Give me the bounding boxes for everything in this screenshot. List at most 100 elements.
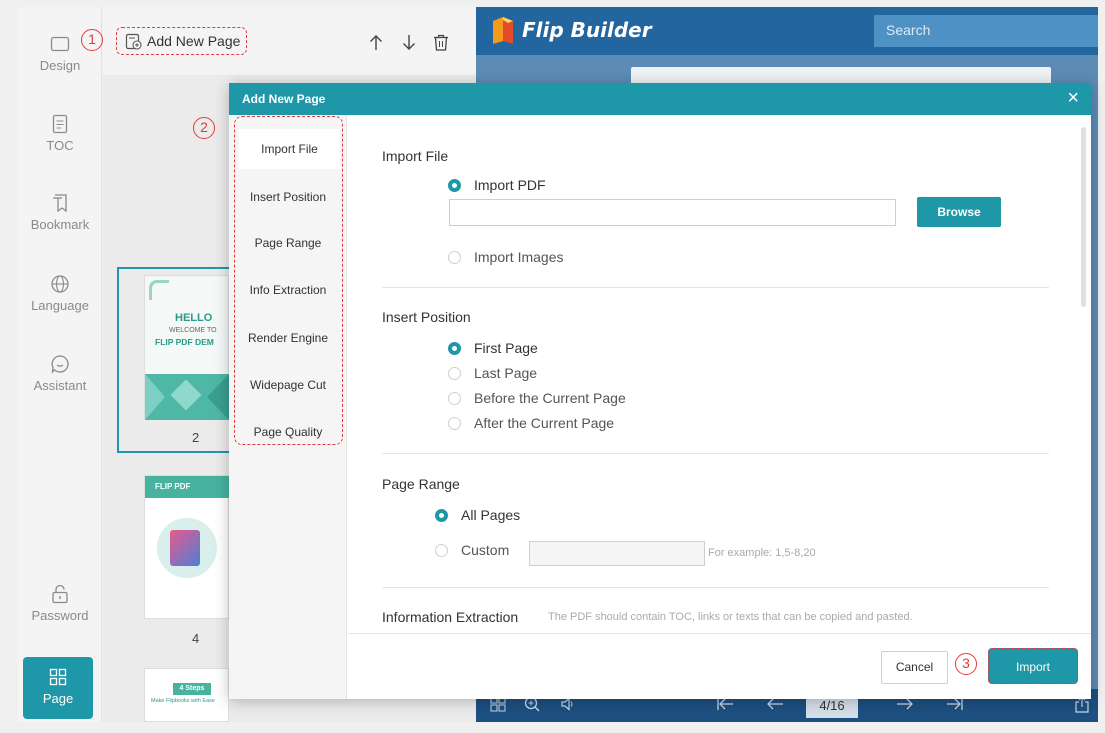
thumb-image — [170, 530, 200, 566]
flip-builder-logo-icon — [490, 15, 516, 50]
sidebar-item-password[interactable]: Password — [18, 583, 102, 653]
all-pages-radio[interactable]: All Pages — [435, 507, 520, 523]
browse-button[interactable]: Browse — [917, 197, 1001, 227]
dialog-title: Add New Page — [242, 92, 326, 106]
sidebar-item-language[interactable]: Language — [18, 273, 102, 343]
grid-icon — [47, 666, 69, 688]
annotation-outline — [234, 116, 343, 445]
import-button[interactable]: Import — [988, 648, 1078, 684]
info-extraction-note: The PDF should contain TOC, links or tex… — [548, 611, 913, 623]
radio-label: Before the Current Page — [474, 390, 626, 406]
dialog-body: Import File Import PDF Browse Import Ima… — [348, 115, 1091, 633]
page-number: 4 — [192, 631, 200, 646]
share-icon[interactable] — [1074, 696, 1090, 719]
add-new-page-dialog: Add New Page × Import File Insert Positi… — [229, 83, 1091, 699]
step-marker: 2 — [193, 117, 215, 139]
radio-label: Custom — [461, 542, 510, 558]
range-example-hint: For example: 1,5-8,20 — [708, 547, 816, 559]
move-up-icon[interactable] — [367, 33, 385, 51]
zoom-in-icon[interactable] — [524, 696, 540, 717]
step-marker: 3 — [955, 653, 977, 675]
page-toolbar: Add New Page — [103, 7, 476, 75]
radio-label: First Page — [474, 340, 538, 356]
sidebar-item-toc[interactable]: TOC — [18, 113, 102, 183]
previous-page-icon[interactable] — [766, 696, 784, 717]
scrollbar[interactable] — [1081, 127, 1086, 307]
last-page-radio[interactable]: Last Page — [448, 365, 537, 381]
section-title-insert-position: Insert Position — [382, 309, 471, 325]
sidebar-item-label: Language — [31, 298, 89, 313]
globe-icon — [49, 273, 71, 295]
add-page-icon — [125, 33, 142, 50]
sidebar-item-page[interactable]: Page — [23, 657, 93, 719]
sidebar-item-label: Design — [39, 58, 81, 73]
last-page-icon[interactable] — [946, 696, 964, 717]
page-thumbnail[interactable]: 4 Steps Make Flipbooks with Ease — [144, 668, 229, 722]
radio-label: Import Images — [474, 249, 564, 265]
dialog-footer: Cancel Import — [348, 633, 1091, 699]
radio-checked-icon — [448, 178, 461, 192]
thumb-text: 4 Steps — [173, 683, 211, 695]
viewer-title: Flip Builder — [522, 18, 652, 42]
sidebar-item-label: Assistant — [33, 378, 87, 393]
sidebar-item-label: Bookmark — [30, 217, 90, 232]
sidebar-item-label: Password — [31, 608, 89, 623]
next-page-icon[interactable] — [896, 696, 914, 717]
import-pdf-radio[interactable]: Import PDF — [448, 177, 546, 193]
divider — [382, 453, 1049, 454]
sidebar-item-assistant[interactable]: Assistant — [18, 353, 102, 423]
radio-checked-icon — [435, 508, 448, 522]
radio-unchecked-icon — [435, 543, 448, 557]
before-current-page-radio[interactable]: Before the Current Page — [448, 390, 626, 406]
document-icon — [49, 113, 71, 135]
first-page-radio[interactable]: First Page — [448, 340, 538, 356]
page-thumbnail[interactable]: HELLO WELCOME TO FLIP PDF DEM — [144, 275, 229, 420]
radio-unchecked-icon — [448, 391, 461, 405]
divider — [382, 287, 1049, 288]
section-title-info-extraction: Information Extraction — [382, 609, 519, 625]
thumb-text: FLIP PDF DEM — [155, 337, 214, 347]
thumb-text: WELCOME TO — [169, 327, 217, 334]
square-icon — [49, 33, 71, 55]
sound-icon[interactable] — [560, 696, 576, 717]
page-number: 2 — [192, 430, 200, 445]
radio-label: All Pages — [461, 507, 521, 523]
radio-checked-icon — [448, 341, 461, 355]
thumb-text: FLIP PDF — [145, 476, 229, 498]
radio-unchecked-icon — [448, 416, 461, 430]
radio-unchecked-icon — [448, 250, 461, 264]
cancel-button[interactable]: Cancel — [881, 651, 948, 684]
dialog-header: Add New Page × — [229, 83, 1091, 115]
first-page-icon[interactable] — [716, 696, 734, 717]
page-thumbnail[interactable]: FLIP PDF — [144, 475, 229, 619]
thumbnails-icon[interactable] — [490, 696, 506, 717]
add-new-page-button[interactable]: Add New Page — [116, 27, 248, 55]
custom-range-input[interactable] — [529, 541, 705, 566]
radio-unchecked-icon — [448, 366, 461, 380]
radio-label: After the Current Page — [474, 415, 615, 431]
left-icon-bar: Design TOC Bookmark Language Assistant P… — [18, 7, 102, 722]
bookmark-icon — [49, 192, 71, 214]
thumb-decoration — [149, 280, 169, 300]
import-images-radio[interactable]: Import Images — [448, 249, 563, 265]
viewer-search-input[interactable]: Search — [874, 15, 1098, 47]
close-icon[interactable]: × — [1067, 87, 1079, 109]
section-title-page-range: Page Range — [382, 476, 460, 492]
thumb-text: HELLO — [175, 312, 213, 324]
chat-icon — [49, 353, 71, 375]
step-marker: 1 — [81, 29, 103, 51]
sidebar-item-bookmark[interactable]: Bookmark — [18, 192, 102, 262]
sidebar-item-label: Page — [42, 691, 74, 706]
lock-icon — [49, 583, 71, 605]
section-title-import-file: Import File — [382, 148, 449, 164]
move-down-icon[interactable] — [400, 33, 418, 51]
after-current-page-radio[interactable]: After the Current Page — [448, 415, 614, 431]
radio-label: Last Page — [474, 365, 538, 381]
dialog-nav: Import File Insert Position Page Range I… — [229, 115, 347, 699]
custom-range-radio[interactable]: Custom — [435, 542, 509, 558]
trash-icon[interactable] — [432, 33, 450, 51]
divider — [382, 587, 1049, 588]
pdf-path-input[interactable] — [449, 199, 896, 226]
radio-label: Import PDF — [474, 177, 546, 193]
sidebar-item-label: TOC — [46, 138, 74, 153]
